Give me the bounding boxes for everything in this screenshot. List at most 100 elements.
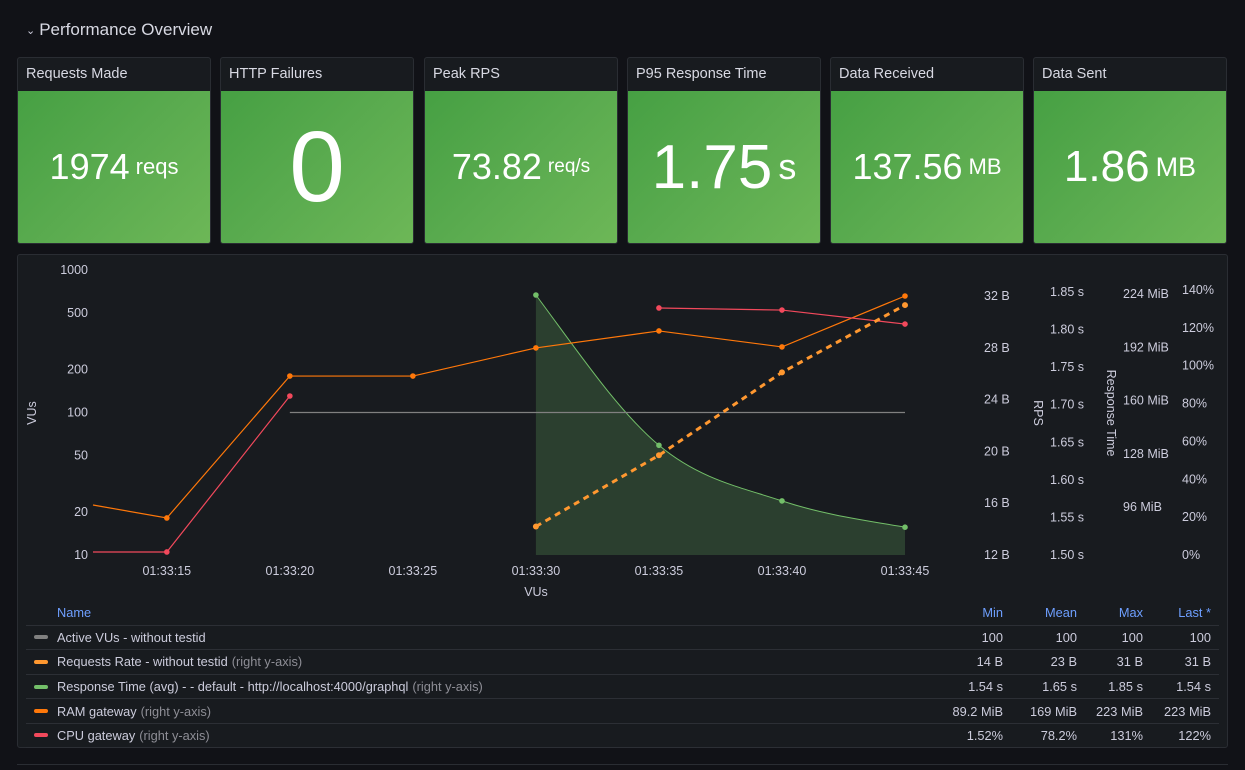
x-axis-label: VUs	[524, 585, 548, 599]
legend-series-name[interactable]: RAM gateway (right y-axis)	[26, 704, 923, 719]
legend-last: 122%	[1178, 727, 1211, 743]
series-color-swatch[interactable]	[34, 635, 48, 640]
legend-last: 1.54 s	[1176, 679, 1211, 695]
y-tick-right-mib: 96 MiB	[1123, 500, 1162, 514]
legend-mean: 23 B	[1050, 654, 1077, 670]
legend-min: 89.2 MiB	[952, 703, 1003, 719]
x-tick: 01:33:45	[881, 564, 930, 578]
y-tick-right-bytes: 20 B	[984, 444, 1010, 458]
legend-row[interactable]: Response Time (avg) - - default - http:/…	[26, 673, 1219, 699]
x-tick: 01:33:35	[635, 564, 684, 578]
x-tick: 01:33:25	[389, 564, 438, 578]
y-tick-left: 10	[74, 548, 88, 562]
legend-last: 31 B	[1184, 654, 1211, 670]
x-tick: 01:33:30	[512, 564, 561, 578]
legend-header-min[interactable]: Min	[923, 605, 1003, 620]
data-point-cpu-gateway	[902, 321, 908, 327]
data-point-ram-gateway	[779, 344, 785, 350]
y-tick-right-percent: 140%	[1182, 283, 1214, 297]
y-axis-label-response-time: Response Time	[1104, 370, 1118, 457]
series-color-swatch[interactable]	[34, 684, 48, 689]
legend-mean: 78.2%	[1040, 727, 1077, 743]
legend-row[interactable]: RAM gateway (right y-axis) 89.2 MiB 169 MiB…	[26, 698, 1219, 723]
data-point-requests-rate	[655, 452, 662, 459]
y-axis-label-rps: RPS	[1031, 400, 1045, 426]
legend-mean: 100	[1055, 629, 1077, 645]
next-panel-edge	[17, 764, 1228, 770]
legend-table: Name Min Mean Max Last * Active VUs - wi…	[26, 600, 1219, 748]
legend-header-max[interactable]: Max	[1077, 605, 1143, 620]
timeseries-chart[interactable]: 1000 500 200 100 50 20 10 VUs 32 B 28 B 24 B 20 B 16…	[0, 0, 1245, 600]
y-tick-right-bytes: 16 B	[984, 496, 1010, 510]
legend-row[interactable]: Active VUs - without testid 100 100 100 100	[26, 624, 1219, 650]
legend-axis-hint: (right y-axis)	[139, 727, 210, 743]
data-point-response-time	[533, 292, 539, 298]
legend-header: Name Min Mean Max Last *	[26, 600, 1219, 625]
y-tick-right-percent: 60%	[1182, 434, 1207, 448]
legend-min: 1.54 s	[968, 679, 1003, 695]
legend-max: 100	[1121, 629, 1143, 645]
y-tick-right-bytes: 28 B	[984, 341, 1010, 355]
legend-axis-hint: (right y-axis)	[412, 679, 483, 695]
data-point-requests-rate	[778, 369, 785, 376]
legend-row[interactable]: Requests Rate - without testid (right y-a…	[26, 649, 1219, 674]
legend-row[interactable]: CPU gateway (right y-axis) 1.52% 78.2% 131% 1…	[26, 722, 1219, 748]
legend-last: 223 MiB	[1164, 703, 1211, 719]
legend-label: RAM gateway	[57, 703, 137, 719]
y-tick-right-percent: 80%	[1182, 397, 1207, 411]
legend-series-name[interactable]: Active VUs - without testid	[26, 630, 923, 645]
y-tick-right-mib: 192 MiB	[1123, 340, 1169, 354]
y-tick-left: 1000	[60, 263, 88, 277]
y-tick-right-bytes: 12 B	[984, 548, 1010, 562]
y-tick-left: 50	[74, 448, 88, 462]
legend-axis-hint: (right y-axis)	[140, 703, 212, 719]
legend-label: Requests Rate - without testid	[57, 654, 228, 670]
x-tick: 01:33:15	[142, 564, 191, 578]
y-tick-right-seconds: 1.65 s	[1050, 435, 1084, 449]
y-tick-right-percent: 100%	[1182, 359, 1214, 373]
y-tick-right-seconds: 1.80 s	[1050, 323, 1084, 337]
data-point-cpu-gateway	[164, 549, 170, 555]
data-point-ram-gateway	[902, 293, 908, 299]
y-axis-label-left: VUs	[25, 401, 39, 425]
y-tick-right-mib: 160 MiB	[1123, 394, 1169, 408]
legend-label: CPU gateway	[57, 727, 136, 743]
data-point-ram-gateway	[656, 328, 662, 334]
data-point-response-time	[902, 524, 908, 530]
data-point-cpu-gateway	[779, 307, 785, 313]
x-tick: 01:33:20	[266, 564, 315, 578]
series-color-swatch[interactable]	[34, 659, 48, 664]
legend-last: 100	[1189, 629, 1211, 645]
y-tick-right-mib: 224 MiB	[1123, 287, 1169, 301]
legend-header-name[interactable]: Name	[26, 605, 923, 620]
legend-axis-hint: (right y-axis)	[231, 654, 303, 670]
legend-max: 31 B	[1116, 654, 1143, 670]
y-tick-right-seconds: 1.75 s	[1050, 360, 1084, 374]
legend-header-last[interactable]: Last *	[1143, 605, 1219, 620]
series-line-ram-gateway	[92, 295, 906, 519]
legend-header-mean[interactable]: Mean	[1003, 605, 1077, 620]
legend-min: 100	[981, 629, 1003, 645]
y-tick-left: 20	[74, 505, 88, 519]
x-tick: 01:33:40	[758, 564, 807, 578]
series-color-swatch[interactable]	[34, 709, 48, 714]
y-tick-right-seconds: 1.70 s	[1050, 398, 1084, 412]
data-point-response-time	[779, 498, 785, 504]
legend-max: 131%	[1110, 727, 1143, 743]
legend-series-name[interactable]: Response Time (avg) - - default - http:/…	[26, 679, 923, 694]
y-tick-left: 500	[67, 306, 88, 320]
y-tick-right-percent: 0%	[1182, 548, 1200, 562]
legend-series-name[interactable]: CPU gateway (right y-axis)	[26, 728, 923, 743]
data-point-cpu-gateway	[656, 305, 662, 311]
y-tick-right-seconds: 1.85 s	[1050, 285, 1084, 299]
series-line-cpu-gateway	[93, 395, 291, 553]
y-tick-right-seconds: 1.55 s	[1050, 510, 1084, 524]
legend-series-name[interactable]: Requests Rate - without testid (right y-a…	[26, 654, 923, 669]
series-color-swatch[interactable]	[34, 733, 48, 738]
data-point-ram-gateway	[287, 373, 293, 379]
data-point-ram-gateway	[533, 345, 539, 351]
data-point-response-time	[656, 442, 662, 449]
legend-label: Active VUs - without testid	[57, 629, 206, 645]
y-tick-left: 200	[67, 363, 88, 377]
y-tick-right-percent: 40%	[1182, 472, 1207, 486]
